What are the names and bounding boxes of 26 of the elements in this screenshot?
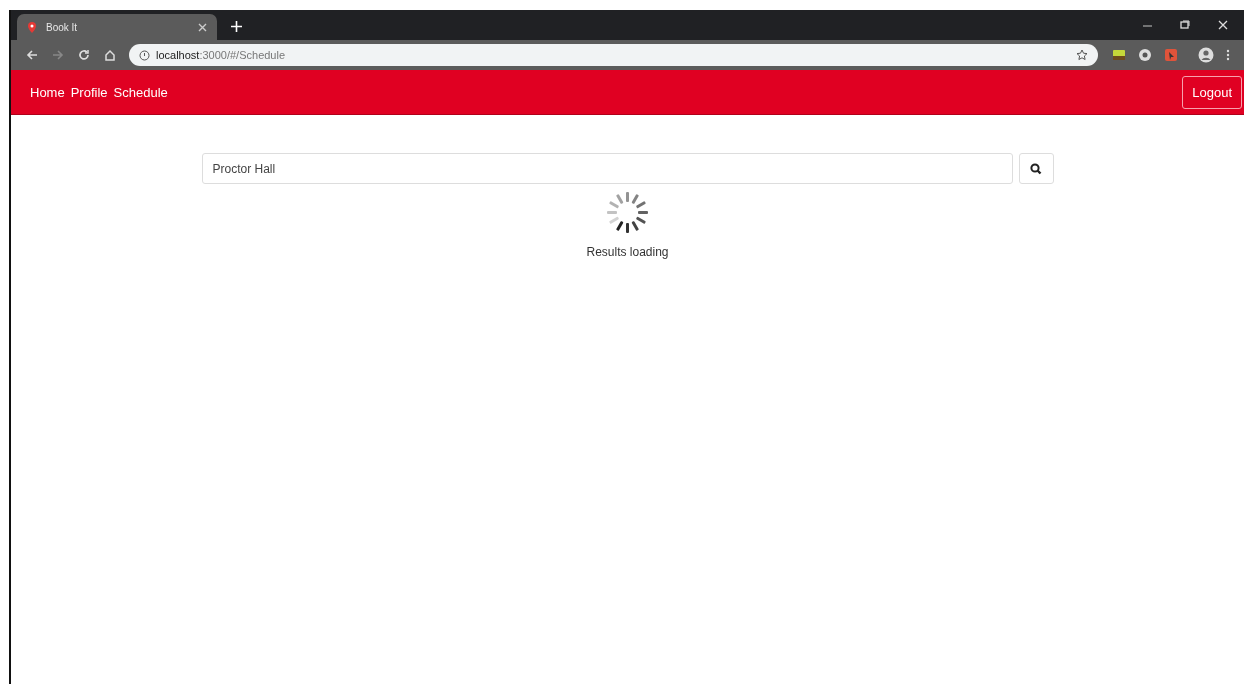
- nav-link[interactable]: Schedule: [113, 84, 168, 100]
- nav-link[interactable]: Home: [30, 84, 65, 100]
- info-icon[interactable]: [139, 49, 150, 61]
- avatar-icon[interactable]: [1198, 47, 1214, 63]
- search-icon: [1030, 162, 1042, 175]
- minimize-icon[interactable]: [1143, 22, 1152, 30]
- reload-icon[interactable]: [78, 49, 90, 61]
- close-icon[interactable]: [1218, 20, 1228, 30]
- loading-text: Results loading: [586, 245, 669, 259]
- star-icon[interactable]: [1076, 49, 1088, 61]
- loading-spinner-icon: [605, 190, 650, 235]
- search-field[interactable]: Proctor Hall: [201, 153, 1013, 184]
- back-icon[interactable]: [26, 49, 38, 61]
- address-bar[interactable]: localhost:3000/#/Schedule: [129, 44, 1098, 66]
- nav-link[interactable]: Profile: [70, 84, 108, 100]
- logout-button[interactable]: Logout: [1182, 75, 1242, 109]
- map-pin-icon: [27, 20, 37, 34]
- extension-icon[interactable]: [1138, 48, 1152, 62]
- extension-icon[interactable]: [1112, 48, 1126, 62]
- restore-icon[interactable]: [1180, 20, 1190, 30]
- menu-icon[interactable]: [1226, 49, 1230, 61]
- home-icon[interactable]: [104, 49, 116, 61]
- browser-tab[interactable]: Book It: [17, 14, 217, 40]
- plus-icon[interactable]: [231, 21, 242, 32]
- search-button[interactable]: [1018, 153, 1054, 184]
- extension-icon[interactable]: [1164, 48, 1178, 62]
